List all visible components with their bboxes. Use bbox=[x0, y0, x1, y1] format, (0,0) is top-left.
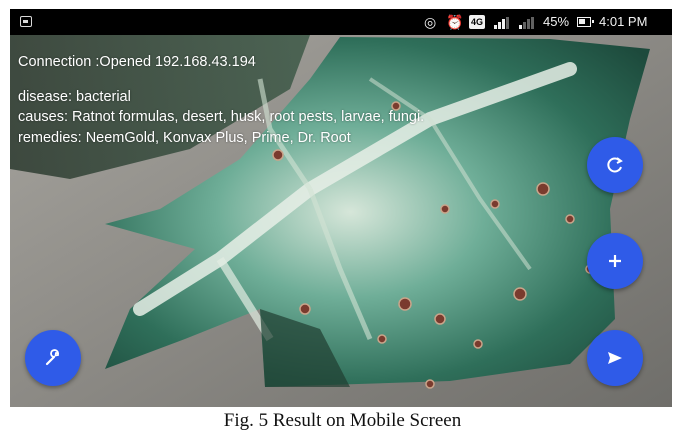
add-button[interactable] bbox=[587, 233, 643, 289]
disease-result: disease: bacterial bbox=[18, 89, 131, 105]
hotspot-icon: ◎ bbox=[424, 14, 437, 30]
signal-icon bbox=[494, 17, 510, 29]
clock: 4:01 PM bbox=[599, 14, 648, 29]
alarm-icon: ⏰ bbox=[446, 14, 464, 30]
figure-caption: Fig. 5 Result on Mobile Screen bbox=[223, 410, 462, 431]
status-bar: ◎ ⏰ 4G 45% 4:01 PM bbox=[10, 9, 672, 35]
phone-screen: ◎ ⏰ 4G 45% 4:01 PM Connection :Opened 19… bbox=[10, 9, 672, 407]
connection-status: Connection :Opened 192.168.43.194 bbox=[18, 54, 256, 70]
refresh-icon bbox=[607, 157, 623, 173]
figure: ◎ ⏰ 4G 45% 4:01 PM Connection :Opened 19… bbox=[0, 0, 685, 446]
settings-button[interactable] bbox=[25, 330, 81, 386]
causes-result: causes: Ratnot formulas, desert, husk, r… bbox=[18, 109, 425, 125]
4g-icon: 4G bbox=[469, 15, 486, 29]
refresh-button[interactable] bbox=[587, 137, 643, 193]
battery-icon bbox=[577, 17, 594, 27]
plus-icon bbox=[609, 255, 621, 267]
battery-percent: 45% bbox=[543, 14, 570, 29]
remedies-result: remedies: NeemGold, Konvax Plus, Prime, … bbox=[18, 130, 351, 146]
app-notification-icon bbox=[20, 16, 32, 27]
send-button[interactable] bbox=[587, 330, 643, 386]
signal-icon bbox=[519, 17, 535, 29]
wrench-icon bbox=[45, 349, 60, 366]
send-icon bbox=[608, 352, 622, 364]
